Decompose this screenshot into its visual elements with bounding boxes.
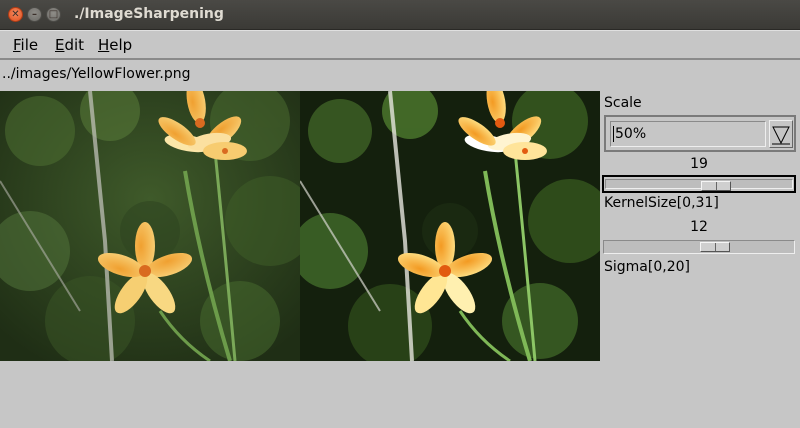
minimize-icon[interactable]: – [27, 7, 42, 22]
menu-help[interactable]: Help [98, 36, 132, 54]
down-triangle-icon [772, 126, 790, 145]
sigma-slider[interactable] [602, 238, 796, 256]
combo-dropdown-button[interactable] [769, 120, 793, 148]
menu-bar: File Edit Help [0, 30, 800, 60]
sharpened-image [300, 91, 600, 361]
sigma-slider-thumb[interactable] [700, 242, 730, 252]
file-path-label: ../images/YellowFlower.png [2, 66, 191, 82]
sigma-value: 12 [690, 219, 708, 235]
original-image [0, 91, 300, 361]
scale-combo-text[interactable]: 50% [610, 121, 766, 147]
kernel-slider-track[interactable] [605, 179, 793, 191]
scale-combobox[interactable]: 50% [604, 115, 796, 152]
window-title: ./ImageSharpening [74, 6, 224, 22]
maximize-icon[interactable]: □ [46, 7, 61, 22]
kernel-slider-thumb[interactable] [701, 181, 731, 191]
menu-edit[interactable]: Edit [55, 36, 84, 54]
kernel-label: KernelSize[0,31] [604, 195, 719, 211]
kernel-slider[interactable] [602, 175, 796, 193]
title-bar: ✕ – □ ./ImageSharpening [0, 0, 800, 30]
scale-label: Scale [604, 95, 642, 111]
sigma-slider-track[interactable] [603, 240, 795, 254]
sigma-label: Sigma[0,20] [604, 259, 690, 275]
close-icon[interactable]: ✕ [8, 7, 23, 22]
menu-file[interactable]: File [13, 36, 38, 54]
kernel-value: 19 [690, 156, 708, 172]
